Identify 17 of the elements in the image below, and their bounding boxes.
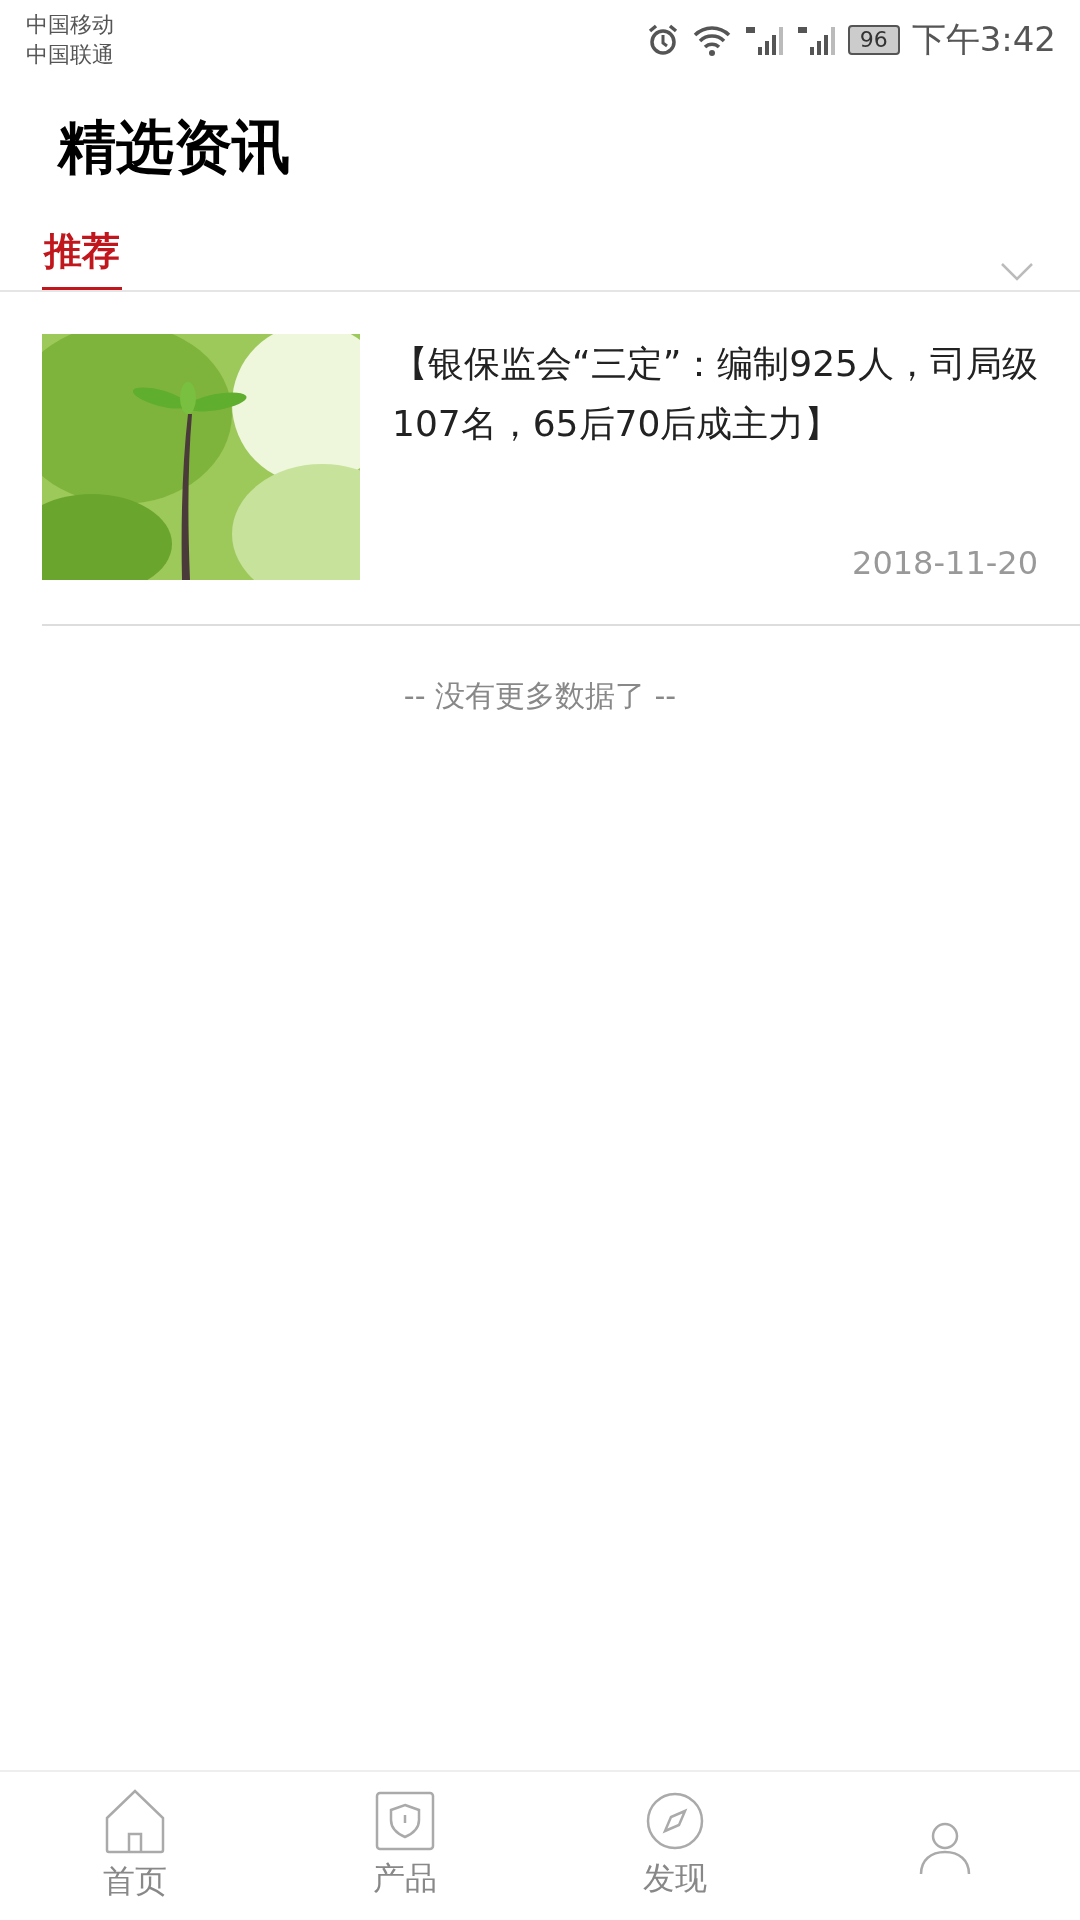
end-of-list-note: -- 没有更多数据了 -- xyxy=(402,677,678,715)
wifi-icon xyxy=(691,23,732,57)
status-time: 下午3:42 xyxy=(911,18,1056,61)
article-date: 2018-11-20 xyxy=(852,544,1038,582)
carrier-name: 中国联通 xyxy=(26,42,114,68)
compass-icon xyxy=(645,1791,705,1851)
article-title[interactable]: 【银保监会“三定”：编制925人，司局级107名，65后70后成主力】 xyxy=(392,334,1038,454)
nav-tab[interactable]: 发现 xyxy=(540,1772,810,1920)
page-title: 精选资讯 xyxy=(58,112,291,183)
home-icon xyxy=(103,1788,167,1854)
nav-tab[interactable]: 首页 xyxy=(0,1772,270,1920)
battery-level: 96 xyxy=(847,25,900,55)
carrier-name: 中国移动 xyxy=(26,12,114,38)
chevron-down-icon[interactable] xyxy=(1000,262,1034,282)
shield-icon xyxy=(375,1791,435,1851)
nav-tab[interactable]: 产品 xyxy=(270,1772,540,1920)
category-tab[interactable]: 推荐 xyxy=(42,214,122,290)
